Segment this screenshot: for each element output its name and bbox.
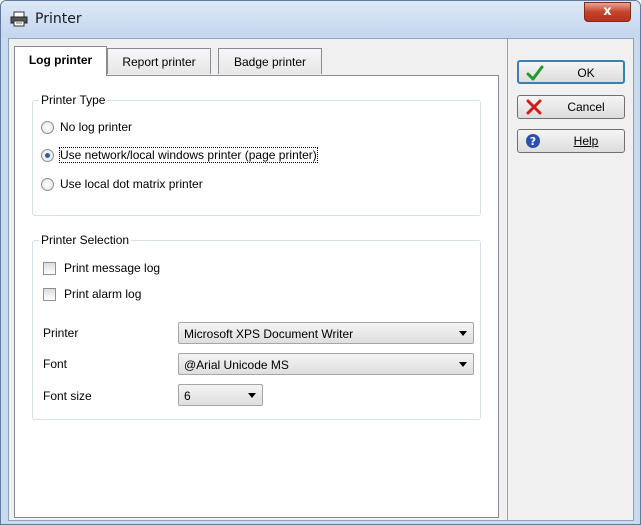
tab-badge-printer[interactable]: Badge printer: [218, 48, 322, 74]
svg-text:?: ?: [530, 135, 536, 148]
printer-type-group: Printer Type No log printer Use network/…: [32, 93, 481, 216]
printer-select-value: Microsoft XPS Document Writer: [184, 327, 354, 341]
tab-report-printer[interactable]: Report printer: [107, 48, 211, 74]
ok-button[interactable]: OK: [517, 60, 625, 84]
font-size-select-value: 6: [184, 389, 191, 403]
checkbox-print-message-log[interactable]: [43, 262, 56, 275]
radio-label[interactable]: No log printer: [60, 120, 132, 134]
x-mark-icon: [526, 99, 542, 115]
printer-icon: [10, 11, 28, 27]
question-icon: ?: [526, 134, 540, 148]
cancel-label: Cancel: [567, 100, 605, 114]
cancel-button[interactable]: Cancel: [517, 95, 625, 119]
printer-selection-group: Printer Selection Print message log Prin…: [32, 233, 481, 420]
radio-label[interactable]: Use local dot matrix printer: [60, 177, 203, 191]
tab-log-printer[interactable]: Log printer: [14, 46, 107, 76]
ok-label: OK: [577, 66, 595, 80]
title-bar[interactable]: Printer x: [1, 1, 640, 37]
close-icon: x: [603, 4, 612, 19]
chevron-down-icon: [248, 393, 256, 398]
font-label: Font: [43, 357, 68, 371]
tab-label: Log printer: [28, 53, 93, 67]
checkbox-label[interactable]: Print alarm log: [64, 287, 141, 301]
checkmark-icon: [526, 65, 544, 81]
checkbox-print-alarm-log[interactable]: [43, 288, 56, 301]
button-pane: OK Cancel ? Help: [508, 39, 633, 520]
font-size-select[interactable]: 6: [178, 384, 263, 406]
font-size-label: Font size: [43, 389, 92, 403]
printer-label: Printer: [43, 326, 79, 340]
font-select[interactable]: @Arial Unicode MS: [178, 353, 474, 375]
checkbox-label[interactable]: Print message log: [64, 261, 160, 275]
printer-select[interactable]: Microsoft XPS Document Writer: [178, 322, 474, 344]
radio-label[interactable]: Use network/local windows printer (page …: [59, 147, 318, 163]
radio-dot-matrix-printer[interactable]: [41, 178, 54, 191]
left-pane: Log printer Report printer Badge printer…: [9, 39, 508, 520]
chevron-down-icon: [459, 362, 467, 367]
tab-label: Badge printer: [233, 55, 307, 69]
help-label: Help: [573, 134, 599, 148]
radio-windows-printer[interactable]: [41, 149, 54, 162]
font-select-value: @Arial Unicode MS: [184, 358, 289, 372]
printer-type-legend: Printer Type: [39, 93, 108, 107]
tab-label: Report printer: [122, 55, 196, 69]
window-title: Printer: [35, 11, 82, 27]
radio-no-log-printer[interactable]: [41, 121, 54, 134]
printer-selection-legend: Printer Selection: [39, 233, 132, 247]
tab-panel-log-printer: Printer Type No log printer Use network/…: [14, 75, 499, 518]
chevron-down-icon: [459, 331, 467, 336]
dialog-client-area: Log printer Report printer Badge printer…: [8, 38, 634, 521]
help-button[interactable]: ? Help: [517, 129, 625, 153]
printer-dialog: Printer x Log printer Report printer Bad…: [0, 0, 641, 525]
close-button[interactable]: x: [584, 2, 631, 22]
